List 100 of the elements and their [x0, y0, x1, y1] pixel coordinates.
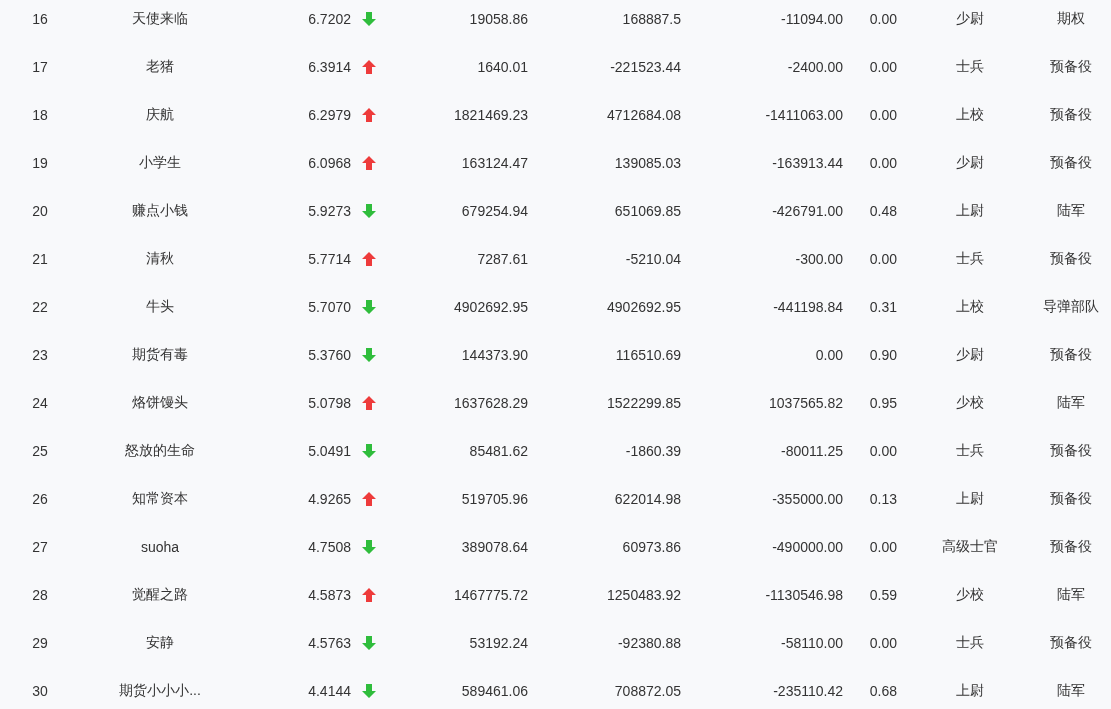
table-cell: 天使来临: [132, 10, 188, 26]
table-cell: -490000.00: [772, 539, 843, 555]
table-cell: 士兵: [956, 634, 984, 650]
table-cell: 5.0491: [308, 443, 351, 459]
table-cell: suoha: [140, 539, 180, 555]
table-cell: 5.3760: [308, 347, 351, 363]
table-cell: 28: [32, 587, 48, 603]
table-cell: 116510.69: [615, 347, 681, 363]
table-cell: 1821469.23: [454, 107, 528, 123]
table-cell: 0.00: [869, 107, 897, 123]
table-cell: 53192.24: [469, 635, 528, 651]
table-cell: -1411063.00: [765, 107, 843, 123]
table-cell: 0.68: [869, 683, 897, 699]
table-cell: 预备役: [1049, 490, 1092, 506]
table-cell: 85481.62: [469, 443, 528, 459]
table-cell: 21: [32, 251, 48, 267]
table-cell: -1860.39: [625, 443, 681, 459]
table-cell: 0.90: [869, 347, 897, 363]
table-cell: 4.4144: [308, 683, 351, 699]
table-cell: 589461.06: [461, 683, 528, 699]
table-cell: 1637628.29: [454, 395, 528, 411]
table-cell: 6.7202: [308, 11, 351, 27]
table-cell: 牛头: [146, 298, 174, 314]
table-cell: -300.00: [795, 251, 843, 267]
table-cell: 0.00: [869, 539, 897, 555]
table-cell: 4.9265: [308, 491, 351, 507]
table-cell: 0.00: [869, 443, 897, 459]
table-cell: 陆军: [1056, 682, 1085, 698]
table-cell: 4902692.95: [454, 299, 528, 315]
table-cell: 16: [32, 11, 48, 27]
table-cell: 163124.47: [461, 155, 528, 171]
table-cell: 60973.86: [622, 539, 681, 555]
table-cell: 少尉: [956, 346, 984, 362]
table-cell: 陆军: [1056, 586, 1085, 602]
table-cell: 小学生: [139, 154, 181, 170]
table-cell: 烙饼馒头: [132, 394, 188, 410]
table-cell: 0.00: [869, 635, 897, 651]
table-cell: 上校: [956, 298, 984, 314]
table-cell: 赚点小钱: [132, 202, 188, 218]
table-cell: 怒放的生命: [125, 442, 195, 458]
table-cell: 上校: [956, 106, 984, 122]
table-cell: 少尉: [956, 154, 984, 170]
table-cell: 安静: [146, 634, 174, 650]
table-cell: -92380.88: [617, 635, 681, 651]
table-cell: 679254.94: [461, 203, 528, 219]
table-cell: 导弹部队: [1042, 298, 1099, 314]
table-cell: 27: [32, 539, 48, 555]
table-cell: 1250483.92: [607, 587, 681, 603]
table-cell: 预备役: [1049, 106, 1092, 122]
table-cell: 19: [32, 155, 48, 171]
table-cell: 4.5873: [308, 587, 351, 603]
table-cell: 389078.64: [461, 539, 528, 555]
table-cell: 0.59: [869, 587, 897, 603]
table-cell: -1130546.98: [765, 587, 843, 603]
table-cell: 20: [32, 203, 48, 219]
table-cell: 清秋: [146, 250, 174, 266]
table-cell: 6.0968: [308, 155, 351, 171]
table-cell: 士兵: [956, 442, 984, 458]
table-cell: 519705.96: [461, 491, 528, 507]
table-cell: 6.2979: [308, 107, 351, 123]
table-cell: 预备役: [1049, 634, 1092, 650]
table-cell: 26: [32, 491, 48, 507]
table-cell: 29: [32, 635, 48, 651]
table-cell: 4.7508: [308, 539, 351, 555]
table-cell: 17: [32, 59, 48, 75]
table-cell: 144373.90: [461, 347, 528, 363]
table-cell: 22: [32, 299, 48, 315]
table-cell: 上尉: [956, 682, 984, 698]
table-cell: -441198.84: [773, 299, 843, 315]
table-cell: 5.7070: [308, 299, 351, 315]
table-cell: -163913.44: [772, 155, 843, 171]
table-cell: 23: [32, 347, 48, 363]
table-cell: 0.00: [869, 155, 897, 171]
table-cell: 0.00: [869, 11, 897, 27]
table-cell: -58110.00: [781, 635, 843, 651]
table-cell: 1467775.72: [454, 587, 528, 603]
table-cell: 预备役: [1049, 154, 1092, 170]
table-cell: -80011.25: [781, 443, 843, 459]
table-cell: 预备役: [1049, 250, 1092, 266]
table-cell: 老猪: [146, 58, 174, 74]
table-cell: 觉醒之路: [132, 586, 188, 602]
table-cell: 少校: [956, 586, 984, 602]
table-cell: -221523.44: [610, 59, 681, 75]
table-cell: 4902692.95: [607, 299, 681, 315]
table-cell: 5.7714: [308, 251, 351, 267]
table-cell: 5.9273: [308, 203, 351, 219]
table-cell: -11094.00: [781, 11, 843, 27]
table-cell: 少校: [956, 394, 984, 410]
table-cell: 预备役: [1049, 58, 1092, 74]
table-cell: 0.00: [869, 251, 897, 267]
table-cell: 0.31: [869, 299, 897, 315]
table-cell: 18: [32, 107, 48, 123]
table-cell: 622014.98: [614, 491, 681, 507]
table-cell: 7287.61: [477, 251, 528, 267]
table-cell: 期货小小小...: [119, 682, 201, 698]
table-cell: 168887.5: [622, 11, 681, 27]
table-cell: 庆航: [146, 106, 174, 122]
table-cell: -5210.04: [625, 251, 681, 267]
table-cell: 0.95: [869, 395, 897, 411]
table-cell: 士兵: [956, 58, 984, 74]
